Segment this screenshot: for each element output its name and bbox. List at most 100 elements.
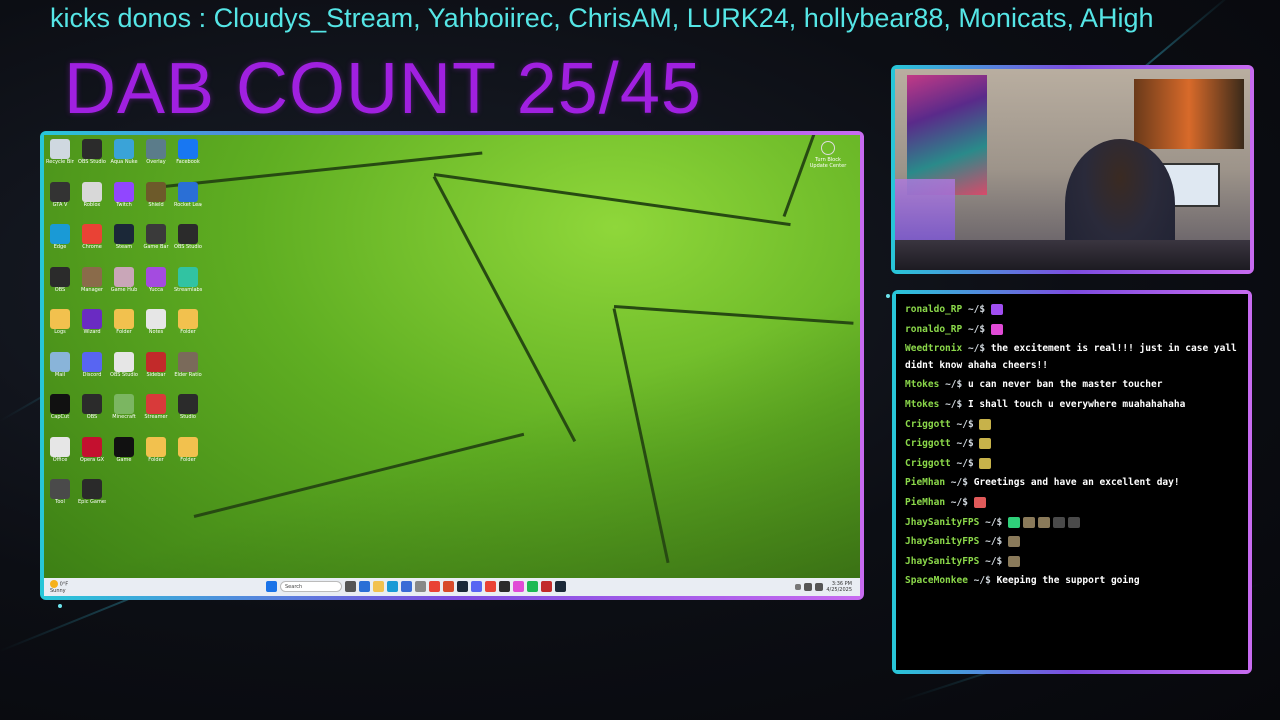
- chrome-icon[interactable]: [429, 581, 440, 592]
- edge-icon[interactable]: [387, 581, 398, 592]
- steam-icon[interactable]: [457, 581, 468, 592]
- desktop-icon-label: Rocket League: [174, 201, 202, 208]
- desktop-icon[interactable]: Notes: [142, 309, 170, 347]
- desktop-icon[interactable]: OBS: [78, 394, 106, 432]
- app-icon: [146, 436, 166, 457]
- spotify-icon[interactable]: [527, 581, 538, 592]
- desktop-icon[interactable]: Overlay: [142, 139, 170, 177]
- store-icon[interactable]: [401, 581, 412, 592]
- desktop-icon[interactable]: Folder: [174, 309, 202, 347]
- desktop-icon[interactable]: Aqua Nuke: [110, 139, 138, 177]
- app-icon: [178, 139, 198, 159]
- desktop-icon[interactable]: Folder: [110, 309, 138, 347]
- desktop-icon[interactable]: Logs: [46, 309, 74, 347]
- chat-username[interactable]: PieMhan: [905, 497, 945, 508]
- desktop-icon[interactable]: OBS Studio: [110, 351, 138, 390]
- desktop-icon[interactable]: Discord: [78, 351, 106, 390]
- chat-username[interactable]: SpaceMonkee: [905, 575, 968, 586]
- desktop-icon-label: Steam: [115, 244, 133, 250]
- desktop-icon[interactable]: Folder: [142, 436, 170, 475]
- desktop-icon-grid: Recycle Bin OBS Studio Aqua Nuke Overlay Fac…: [46, 139, 202, 559]
- desktop-icon-label: Studio: [180, 414, 196, 420]
- desktop-icon[interactable]: Streamer: [142, 394, 170, 432]
- task-view-icon[interactable]: [345, 581, 356, 592]
- chat-prompt: ~/$: [985, 516, 1003, 528]
- obs-icon[interactable]: [499, 581, 510, 592]
- desktop-icon[interactable]: Minecraft: [110, 394, 138, 432]
- desktop-icon[interactable]: Streamlabs: [174, 266, 202, 305]
- desktop-icon[interactable]: Game: [110, 436, 138, 475]
- desktop-shortcut[interactable]: Turn Block Update Center: [808, 141, 848, 169]
- windows-start-icon[interactable]: [266, 581, 277, 592]
- chat-username[interactable]: JhaySanityFPS: [905, 556, 979, 567]
- field-wall: [193, 432, 525, 518]
- chat-username[interactable]: Mtokes: [905, 379, 939, 390]
- desktop-icon[interactable]: Opera GX: [78, 436, 106, 475]
- desktop-icon[interactable]: Elder Ratio: [174, 351, 202, 390]
- chat-username[interactable]: JhaySanityFPS: [905, 517, 979, 528]
- desktop-icon[interactable]: Folder: [174, 436, 202, 475]
- desktop-icon[interactable]: CapCut: [46, 394, 74, 432]
- chat-username[interactable]: Criggott: [905, 438, 951, 449]
- desktop-icon[interactable]: Sidebar: [142, 351, 170, 390]
- chat-username[interactable]: Criggott: [905, 458, 951, 469]
- chat-username[interactable]: Weedtronix: [905, 343, 962, 354]
- desktop-icon[interactable]: Mail: [46, 351, 74, 390]
- desktop-icon[interactable]: Shield: [142, 181, 170, 220]
- chat-username[interactable]: JhaySanityFPS: [905, 536, 979, 547]
- desktop-icon[interactable]: OBS Studio: [78, 139, 106, 177]
- desktop-icon[interactable]: Roblox: [78, 181, 106, 220]
- app-icon: [50, 479, 70, 499]
- desktop-icon[interactable]: Office: [46, 436, 74, 475]
- desktop-icon[interactable]: Game Hub: [110, 266, 138, 305]
- wifi-icon[interactable]: [804, 583, 813, 591]
- desktop-icon[interactable]: Manager: [78, 266, 106, 305]
- chat-username[interactable]: ronaldo_RP: [905, 324, 962, 335]
- desktop-icon[interactable]: Tool: [46, 479, 74, 517]
- app-icon[interactable]: [415, 581, 426, 592]
- desktop-icon-label: OBS Studio: [110, 371, 138, 378]
- app-icon: [82, 181, 102, 202]
- app-icon[interactable]: [513, 581, 524, 592]
- desktop-icon[interactable]: Edge: [46, 224, 74, 262]
- app-icon[interactable]: [541, 581, 552, 592]
- chat-prompt: ~/$: [950, 496, 968, 508]
- chat-username[interactable]: Criggott: [905, 419, 951, 430]
- chrome-icon[interactable]: [485, 581, 496, 592]
- desktop-icon[interactable]: Steam: [110, 224, 138, 262]
- desktop-icon[interactable]: Twitch: [110, 181, 138, 220]
- taskbar-clock[interactable]: 3:36 PM 4/25/2025: [826, 581, 852, 593]
- discord-icon[interactable]: [471, 581, 482, 592]
- weather-widget[interactable]: 0°F Sunny: [50, 580, 68, 594]
- desktop-icon[interactable]: Yucca: [142, 266, 170, 305]
- chat-prompt: ~/$: [985, 555, 1003, 567]
- chevron-up-icon[interactable]: [795, 584, 802, 590]
- desktop-icon[interactable]: Wizard: [78, 309, 106, 347]
- desktop-icon[interactable]: GTA V: [46, 181, 74, 220]
- desktop-icon-label: Minecraft: [112, 414, 136, 420]
- desktop-icon-label: Elder Ratio: [174, 371, 202, 378]
- desktop-icon[interactable]: Game Bar: [142, 224, 170, 262]
- field-wall: [613, 305, 854, 325]
- desktop-icon[interactable]: OBS Studio: [174, 224, 202, 262]
- chat-username[interactable]: PieMhan: [905, 477, 945, 488]
- field-wall: [433, 173, 791, 227]
- app-icon[interactable]: [555, 581, 566, 592]
- desktop-icon[interactable]: Facebook: [174, 139, 202, 177]
- volume-icon[interactable]: [815, 583, 824, 591]
- app-icon[interactable]: [443, 581, 454, 592]
- desktop-icon[interactable]: Recycle Bin: [46, 139, 74, 177]
- desktop-icon[interactable]: Chrome: [78, 224, 106, 262]
- chat-username[interactable]: ronaldo_RP: [905, 304, 962, 315]
- file-explorer-icon[interactable]: [373, 581, 384, 592]
- chat-username[interactable]: Mtokes: [905, 399, 939, 410]
- desktop-icon[interactable]: Studio: [174, 394, 202, 432]
- taskbar-search-input[interactable]: Search: [280, 581, 342, 592]
- desktop-icon-label: Streamlabs: [174, 286, 202, 293]
- app-icon: [146, 394, 166, 414]
- desktop-icon[interactable]: OBS: [46, 266, 74, 305]
- widgets-icon[interactable]: [359, 581, 370, 592]
- desktop-icon[interactable]: Epic Games: [78, 479, 106, 517]
- desktop-icon-label: OBS Studio: [174, 244, 202, 250]
- desktop-icon[interactable]: Rocket League: [174, 181, 202, 220]
